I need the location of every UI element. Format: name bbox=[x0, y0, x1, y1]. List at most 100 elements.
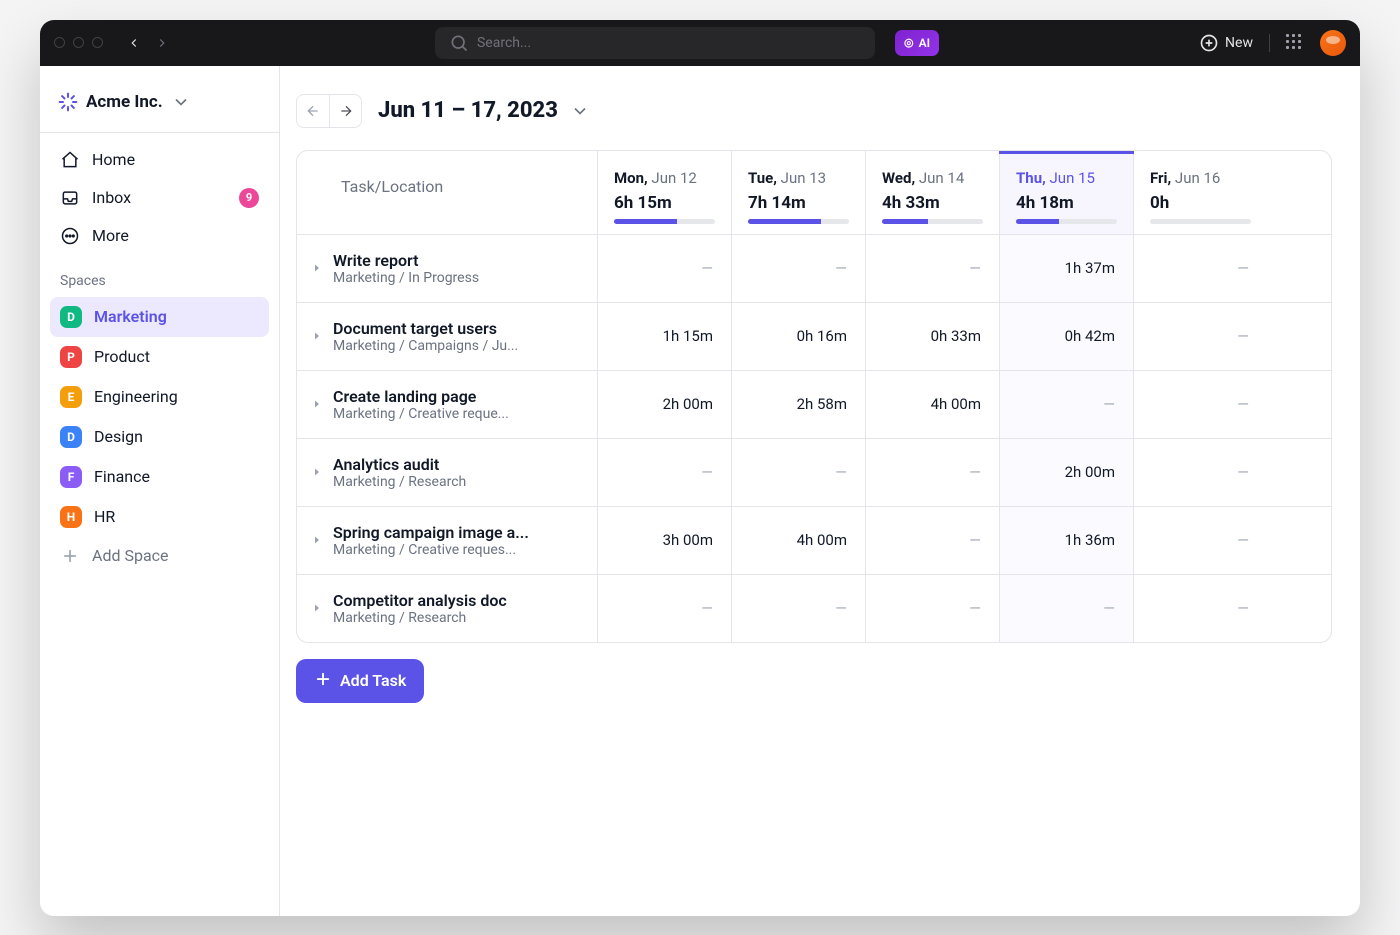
time-cell[interactable]: — bbox=[1133, 235, 1267, 302]
time-cell[interactable]: 2h 00m bbox=[999, 439, 1133, 506]
home-icon bbox=[60, 150, 80, 170]
date-range[interactable]: Jun 11 – 17, 2023 bbox=[378, 98, 590, 123]
caret-right-icon[interactable] bbox=[307, 330, 327, 342]
search-icon bbox=[449, 33, 469, 53]
caret-right-icon[interactable] bbox=[307, 398, 327, 410]
spark-icon: ◎ bbox=[904, 36, 914, 49]
task-cell[interactable]: Analytics audit Marketing / Research bbox=[297, 439, 597, 506]
day-header[interactable]: Mon, Jun 12 6h 15m bbox=[597, 151, 731, 234]
new-button[interactable]: New bbox=[1199, 33, 1253, 53]
nav-more[interactable]: More bbox=[50, 217, 269, 255]
add-task-button[interactable]: Add Task bbox=[296, 659, 424, 703]
nav-home[interactable]: Home bbox=[50, 141, 269, 179]
nav-inbox[interactable]: Inbox9 bbox=[50, 179, 269, 217]
timesheet-table: Task/Location Mon, Jun 12 6h 15m Tue, Ju… bbox=[296, 150, 1332, 643]
time-cell[interactable]: 0h 33m bbox=[865, 303, 999, 370]
time-cell[interactable]: 4h 00m bbox=[865, 371, 999, 438]
day-header[interactable]: Wed, Jun 14 4h 33m bbox=[865, 151, 999, 234]
task-cell[interactable]: Create landing page Marketing / Creative… bbox=[297, 371, 597, 438]
table-row: Document target users Marketing / Campai… bbox=[297, 302, 1331, 370]
avatar[interactable] bbox=[1320, 30, 1346, 56]
time-cell[interactable]: 2h 58m bbox=[731, 371, 865, 438]
time-cell[interactable]: 0h 42m bbox=[999, 303, 1133, 370]
caret-right-icon[interactable] bbox=[307, 602, 327, 614]
task-name: Document target users bbox=[333, 319, 518, 338]
time-cell[interactable]: — bbox=[999, 575, 1133, 642]
space-engineering[interactable]: EEngineering bbox=[50, 377, 269, 417]
time-cell[interactable]: 1h 37m bbox=[999, 235, 1133, 302]
divider bbox=[1269, 34, 1270, 52]
task-path: Marketing / Creative reques... bbox=[333, 542, 529, 558]
caret-right-icon[interactable] bbox=[307, 466, 327, 478]
forward-button[interactable] bbox=[149, 30, 175, 56]
caret-right-icon[interactable] bbox=[307, 534, 327, 546]
time-cell[interactable]: 3h 00m bbox=[597, 507, 731, 574]
search-placeholder: Search... bbox=[477, 35, 531, 51]
time-cell[interactable]: — bbox=[731, 575, 865, 642]
task-name: Analytics audit bbox=[333, 455, 466, 474]
time-cell[interactable]: — bbox=[1133, 303, 1267, 370]
ai-button[interactable]: ◎ AI bbox=[895, 30, 939, 56]
nav-label: More bbox=[92, 226, 129, 245]
day-header[interactable]: Fri, Jun 16 0h bbox=[1133, 151, 1267, 234]
day-header[interactable]: Tue, Jun 13 7h 14m bbox=[731, 151, 865, 234]
task-column-header: Task/Location bbox=[297, 151, 597, 234]
table-row: Create landing page Marketing / Creative… bbox=[297, 370, 1331, 438]
caret-right-icon[interactable] bbox=[307, 262, 327, 274]
space-design[interactable]: DDesign bbox=[50, 417, 269, 457]
time-cell[interactable]: — bbox=[1133, 439, 1267, 506]
day-total: 0h bbox=[1150, 193, 1251, 213]
day-total: 6h 15m bbox=[614, 193, 715, 213]
plus-circle-icon bbox=[1199, 33, 1219, 53]
space-finance[interactable]: FFinance bbox=[50, 457, 269, 497]
apps-icon[interactable] bbox=[1286, 34, 1304, 52]
time-cell[interactable]: 4h 00m bbox=[731, 507, 865, 574]
chevron-down-icon bbox=[171, 92, 191, 112]
space-badge: H bbox=[60, 506, 82, 528]
back-button[interactable] bbox=[121, 30, 147, 56]
day-total: 7h 14m bbox=[748, 193, 849, 213]
time-cell[interactable]: 2h 00m bbox=[597, 371, 731, 438]
time-cell[interactable]: — bbox=[865, 235, 999, 302]
task-name: Create landing page bbox=[333, 387, 509, 406]
window-controls[interactable] bbox=[54, 37, 103, 48]
time-cell[interactable]: — bbox=[597, 439, 731, 506]
time-cell[interactable]: — bbox=[1133, 575, 1267, 642]
time-cell[interactable]: — bbox=[597, 235, 731, 302]
space-label: Finance bbox=[94, 467, 150, 486]
table-row: Write report Marketing / In Progress ———… bbox=[297, 235, 1331, 302]
time-cell[interactable]: — bbox=[865, 507, 999, 574]
task-cell[interactable]: Write report Marketing / In Progress bbox=[297, 235, 597, 302]
space-product[interactable]: PProduct bbox=[50, 337, 269, 377]
next-week-button[interactable] bbox=[329, 95, 361, 127]
time-cell[interactable]: — bbox=[999, 371, 1133, 438]
time-cell[interactable]: 1h 15m bbox=[597, 303, 731, 370]
task-cell[interactable]: Spring campaign image a... Marketing / C… bbox=[297, 507, 597, 574]
table-row: Analytics audit Marketing / Research ———… bbox=[297, 438, 1331, 506]
day-progress bbox=[882, 219, 983, 224]
time-cell[interactable]: 1h 36m bbox=[999, 507, 1133, 574]
day-label: Wed, Jun 14 bbox=[882, 169, 983, 187]
time-cell[interactable]: — bbox=[865, 575, 999, 642]
time-cell[interactable]: 0h 16m bbox=[731, 303, 865, 370]
workspace-switcher[interactable]: Acme Inc. bbox=[50, 84, 269, 128]
space-badge: P bbox=[60, 346, 82, 368]
time-cell[interactable]: — bbox=[731, 439, 865, 506]
space-label: Design bbox=[94, 427, 143, 446]
prev-week-button[interactable] bbox=[297, 95, 329, 127]
day-header[interactable]: Thu, Jun 15 4h 18m bbox=[999, 151, 1133, 234]
table-row: Competitor analysis doc Marketing / Rese… bbox=[297, 574, 1331, 642]
task-cell[interactable]: Document target users Marketing / Campai… bbox=[297, 303, 597, 370]
time-cell[interactable]: — bbox=[597, 575, 731, 642]
main-content: Jun 11 – 17, 2023 Task/Location Mon, Jun… bbox=[280, 66, 1360, 916]
add-space-button[interactable]: Add Space bbox=[50, 537, 269, 575]
search-input[interactable]: Search... bbox=[435, 27, 875, 59]
time-cell[interactable]: — bbox=[865, 439, 999, 506]
space-marketing[interactable]: DMarketing bbox=[50, 297, 269, 337]
space-label: Engineering bbox=[94, 387, 178, 406]
time-cell[interactable]: — bbox=[1133, 371, 1267, 438]
space-hr[interactable]: HHR bbox=[50, 497, 269, 537]
time-cell[interactable]: — bbox=[1133, 507, 1267, 574]
time-cell[interactable]: — bbox=[731, 235, 865, 302]
task-cell[interactable]: Competitor analysis doc Marketing / Rese… bbox=[297, 575, 597, 642]
